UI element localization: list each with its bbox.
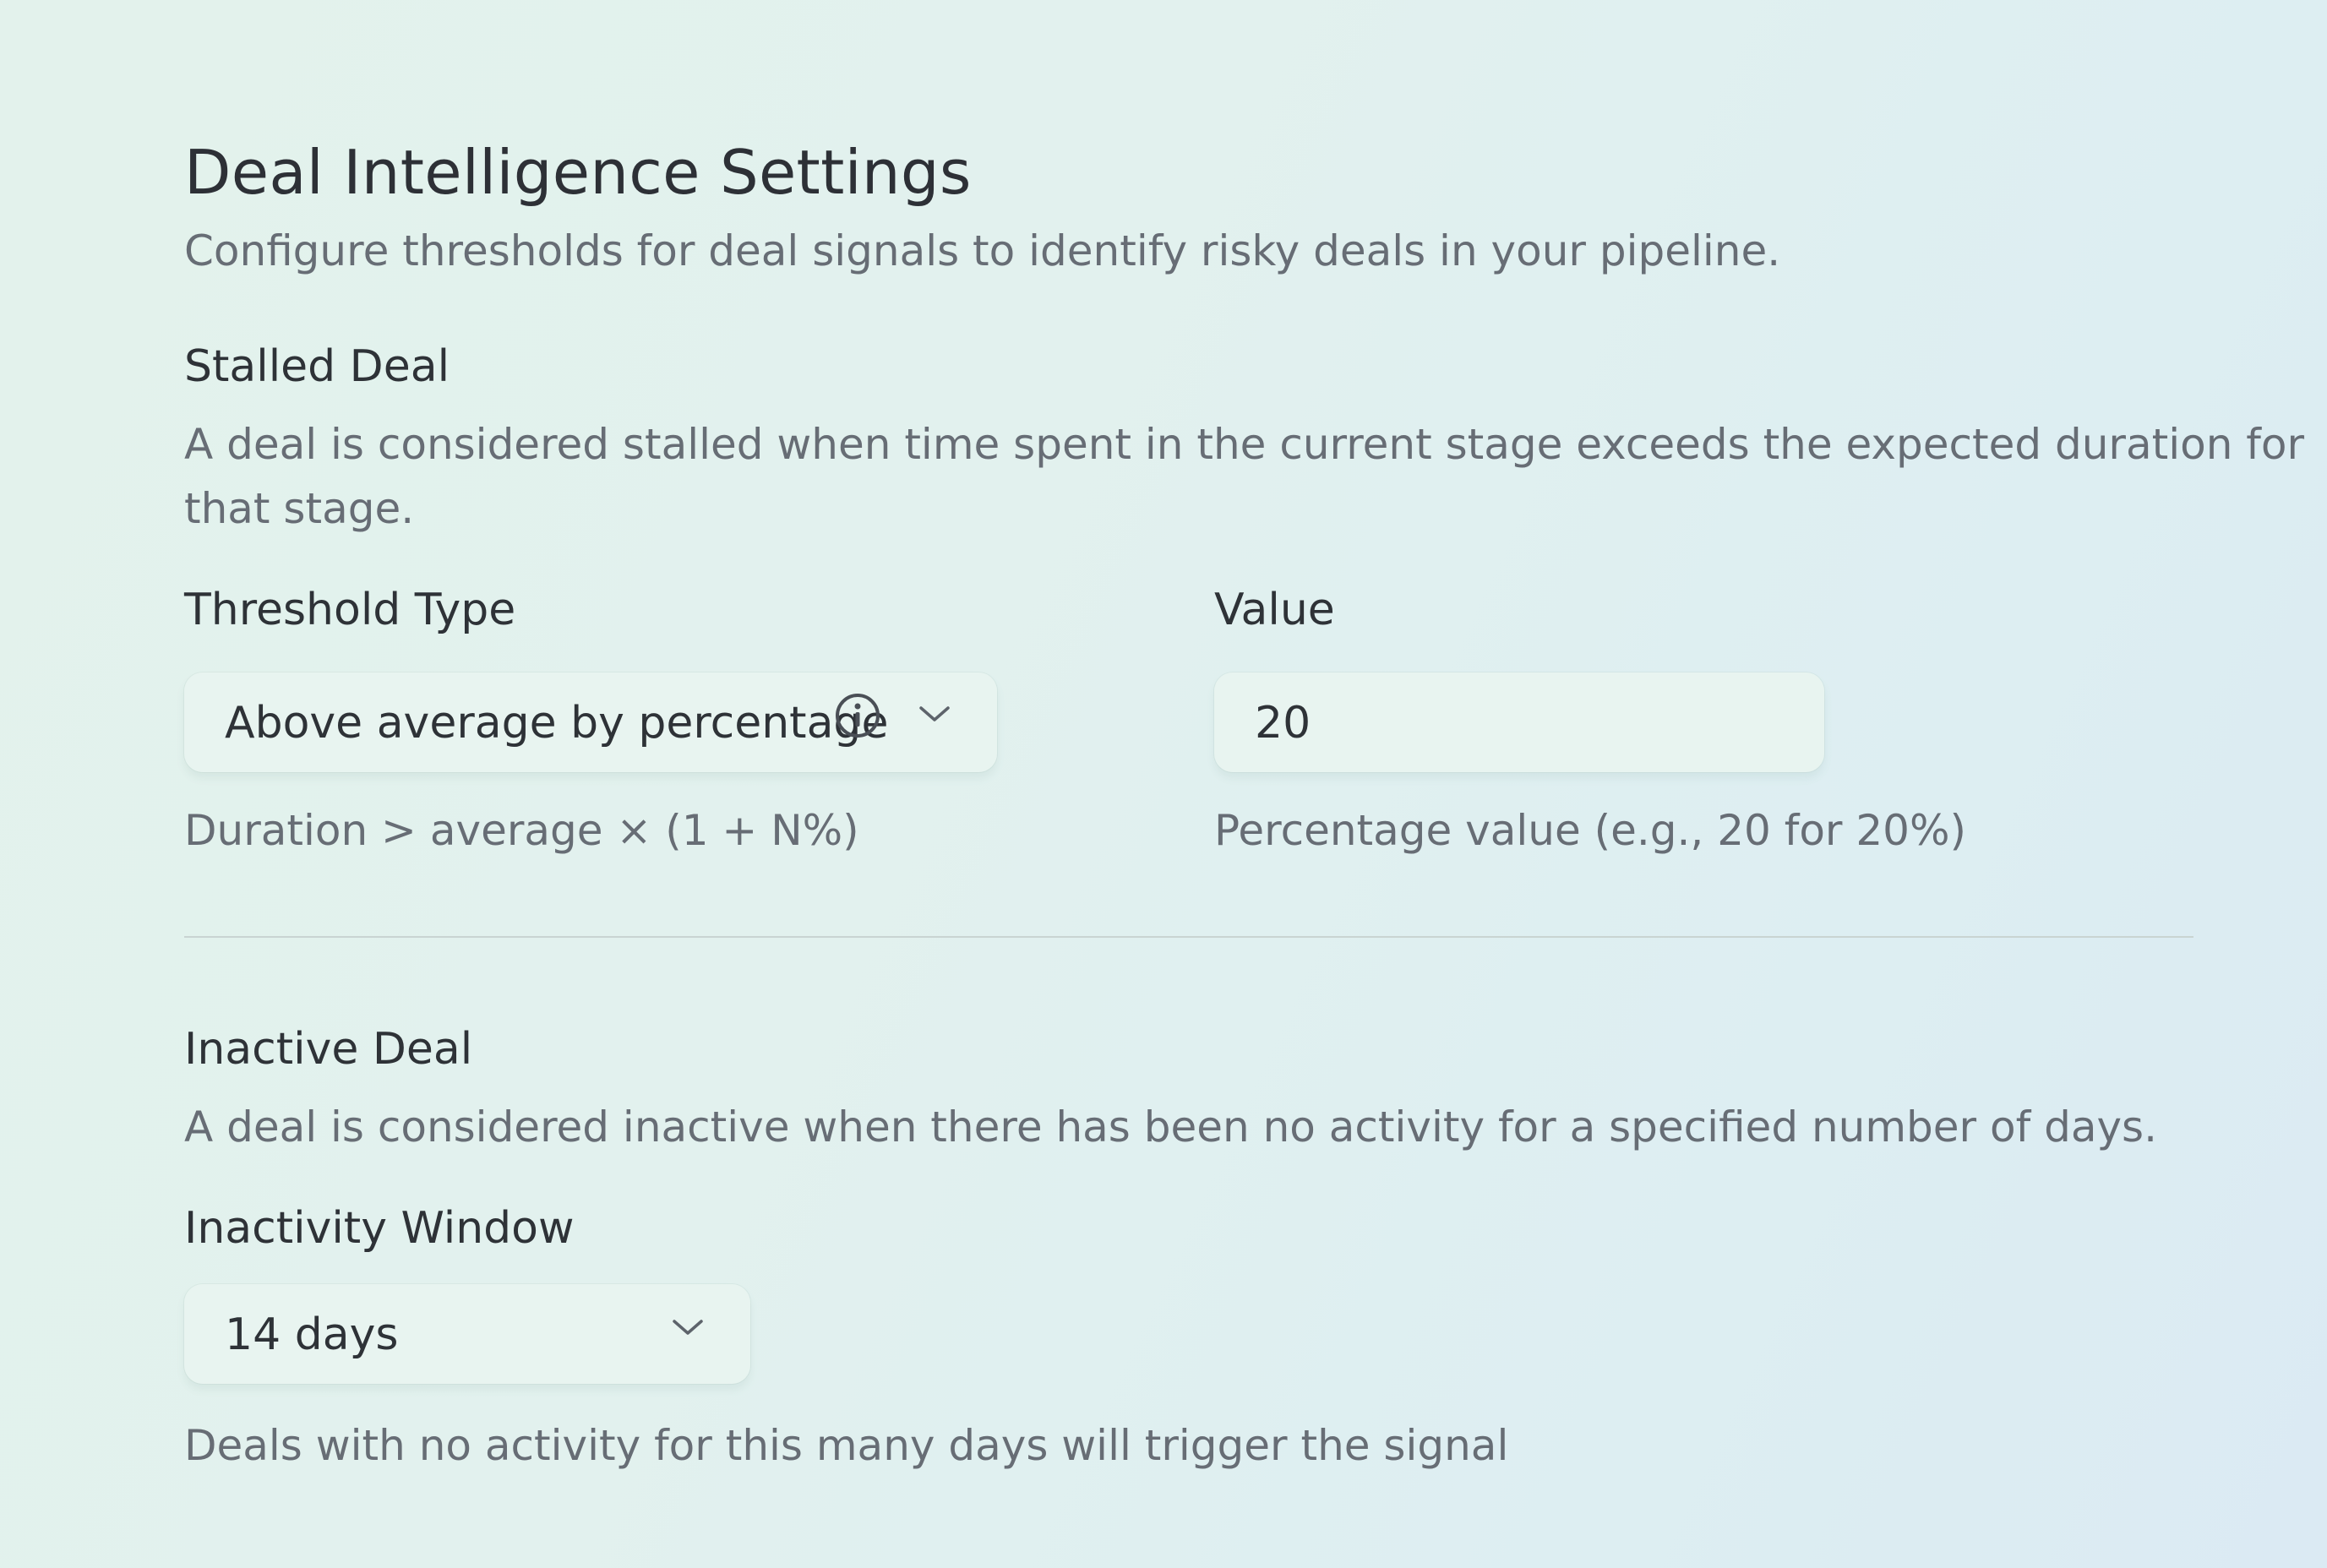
value-label: Value [1214, 585, 1335, 635]
threshold-type-selected-value: Above average by percentage [225, 698, 889, 749]
inactivity-window-selected-value: 14 days [225, 1309, 399, 1360]
inactive-deal-description: A deal is considered inactive when there… [184, 1102, 2157, 1152]
threshold-type-hint: Duration > average × (1 + N%) [184, 806, 859, 855]
info-icon[interactable] [833, 691, 882, 740]
inactivity-window-hint: Deals with no activity for this many day… [184, 1421, 1509, 1470]
value-input-text: 20 [1255, 698, 1311, 749]
threshold-type-select[interactable]: Above average by percentage [184, 672, 997, 772]
inactivity-window-select[interactable]: 14 days [184, 1284, 750, 1384]
stalled-deal-description-line2: that stage. [184, 484, 415, 533]
value-input[interactable]: 20 [1214, 672, 1824, 772]
inactive-deal-title: Inactive Deal [184, 1024, 473, 1075]
stalled-deal-description-line1: A deal is considered stalled when time s… [184, 420, 2305, 469]
chevron-down-icon [671, 1316, 705, 1338]
page-subtitle: Configure thresholds for deal signals to… [184, 226, 1781, 275]
threshold-type-label: Threshold Type [184, 585, 516, 635]
inactivity-window-label: Inactivity Window [184, 1203, 575, 1254]
section-divider [184, 936, 2193, 938]
page-title: Deal Intelligence Settings [184, 137, 972, 208]
value-hint: Percentage value (e.g., 20 for 20%) [1214, 806, 1967, 855]
stalled-deal-title: Stalled Deal [184, 341, 450, 392]
chevron-down-icon [918, 703, 951, 725]
